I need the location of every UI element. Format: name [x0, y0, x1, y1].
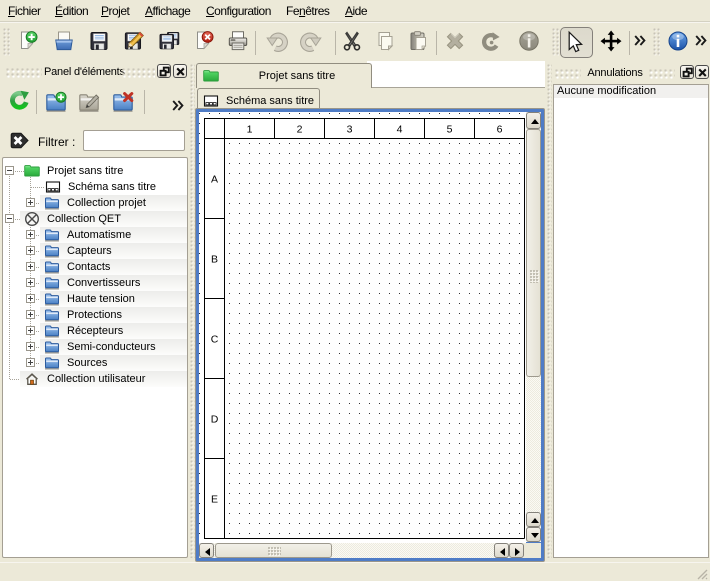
svg-text:3: 3: [347, 124, 353, 136]
svg-text:D: D: [211, 414, 219, 426]
svg-text:5: 5: [447, 124, 453, 136]
svg-text:6: 6: [497, 124, 503, 136]
svg-text:E: E: [211, 494, 218, 506]
svg-text:2: 2: [297, 124, 303, 136]
svg-text:B: B: [211, 254, 218, 266]
svg-text:C: C: [211, 334, 219, 346]
svg-text:1: 1: [247, 124, 253, 136]
svg-text:4: 4: [397, 124, 403, 136]
svg-text:A: A: [211, 174, 218, 186]
